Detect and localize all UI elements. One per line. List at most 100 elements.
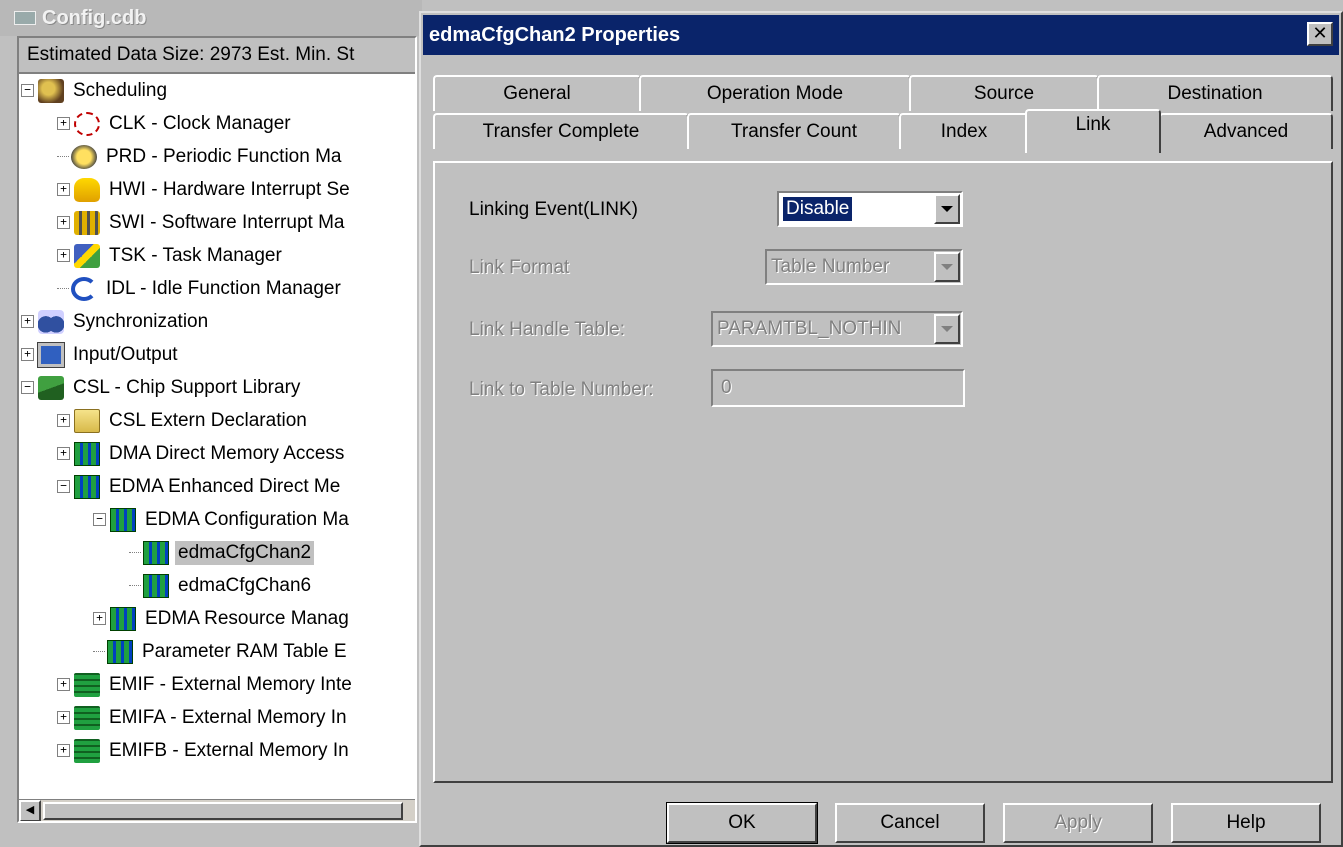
tree-connector: [129, 552, 141, 553]
tree-item-label: IDL - Idle Function Manager: [106, 277, 341, 299]
help-button-label: Help: [1226, 812, 1266, 833]
tree-item[interactable]: + DMA Direct Memory Access: [57, 437, 347, 470]
tree-item[interactable]: edmaCfgChan2: [129, 536, 315, 569]
scrollbar-thumb[interactable]: [43, 802, 403, 820]
dropdown-arrow-icon[interactable]: [934, 194, 960, 224]
expand-icon[interactable]: +: [57, 711, 70, 724]
link-handle-table-value: PARAMTBL_NOTHIN: [717, 318, 902, 339]
collapse-icon[interactable]: −: [93, 513, 106, 526]
tree-item-label: DMA Direct Memory Access: [109, 442, 345, 464]
close-icon: ✕: [1312, 23, 1328, 43]
cancel-button[interactable]: Cancel: [835, 803, 985, 843]
tree-item[interactable]: + CSL Extern Declaration: [57, 404, 310, 437]
tree-item-label: EDMA Configuration Ma: [145, 508, 349, 530]
edma-icon: [107, 639, 133, 664]
expand-icon[interactable]: +: [57, 183, 70, 196]
tab-advanced[interactable]: Advanced: [1159, 113, 1333, 149]
tree-item[interactable]: + TSK - Task Manager: [57, 239, 285, 272]
collapse-icon[interactable]: −: [21, 84, 34, 97]
tree-item-label: Scheduling: [73, 79, 168, 101]
tab-link[interactable]: Link: [1025, 109, 1161, 153]
tree-item[interactable]: edmaCfgChan6: [129, 569, 314, 602]
tree-item-label: EDMA Resource Manag: [145, 607, 349, 629]
apply-button-label: Apply: [1054, 812, 1102, 833]
ok-button[interactable]: OK: [666, 802, 818, 844]
tree-item[interactable]: + EMIF - External Memory Inte: [57, 668, 355, 701]
tree-item[interactable]: + EMIFA - External Memory In: [57, 701, 350, 734]
folder-icon: [74, 408, 100, 433]
link-tab-panel: Linking Event(LINK) Disable Link Format …: [433, 161, 1333, 783]
link-to-table-number-value: 0: [721, 377, 732, 398]
tree-item[interactable]: PRD - Periodic Function Ma: [57, 140, 344, 173]
tab-label: Index: [940, 121, 988, 142]
tree-item[interactable]: + Input/Output: [21, 338, 181, 371]
module-tree[interactable]: − Scheduling + CLK - Clock Manager PRD - Per…: [19, 74, 415, 821]
tree-item-label: Input/Output: [73, 343, 178, 365]
expand-icon[interactable]: +: [57, 117, 70, 130]
tree-item[interactable]: − EDMA Enhanced Direct Me: [57, 470, 343, 503]
link-format-combo[interactable]: Table Number: [765, 249, 963, 285]
tree-item[interactable]: − EDMA Configuration Ma: [93, 503, 352, 536]
linking-event-combo[interactable]: Disable: [777, 191, 963, 227]
tree-item[interactable]: + HWI - Hardware Interrupt Se: [57, 173, 353, 206]
horizontal-scrollbar[interactable]: ◀: [19, 799, 415, 821]
tree-item[interactable]: + EMIFB - External Memory In: [57, 734, 352, 767]
estimated-data-size-header[interactable]: Estimated Data Size: 2973 Est. Min. St: [19, 38, 415, 74]
expand-icon[interactable]: +: [57, 414, 70, 427]
config-window-titlebar[interactable]: Config.cdb: [0, 0, 422, 36]
scheduling-icon: [38, 78, 64, 103]
link-handle-table-combo[interactable]: PARAMTBL_NOTHIN: [711, 311, 963, 347]
tree-item[interactable]: + CLK - Clock Manager: [57, 107, 294, 140]
tab-index[interactable]: Index: [899, 113, 1029, 149]
tree-item-label: edmaCfgChan6: [178, 574, 312, 596]
tab-transfer-count[interactable]: Transfer Count: [687, 113, 901, 149]
tab-general[interactable]: General: [433, 75, 641, 111]
expand-icon[interactable]: +: [21, 348, 34, 361]
tab-label: Advanced: [1203, 121, 1289, 142]
config-app-icon: [14, 11, 36, 25]
hand-icon: [74, 177, 100, 202]
tree-item-label: EMIF - External Memory Inte: [109, 673, 352, 695]
tree-item-label: CLK - Clock Manager: [109, 112, 291, 134]
tree-item[interactable]: IDL - Idle Function Manager: [57, 272, 344, 305]
tab-operation-mode[interactable]: Operation Mode: [639, 75, 911, 111]
help-button[interactable]: Help: [1171, 803, 1321, 843]
tree-item-label: CSL - Chip Support Library: [73, 376, 301, 398]
dialog-titlebar[interactable]: edmaCfgChan2 Properties ✕: [423, 15, 1339, 55]
tab-source[interactable]: Source: [909, 75, 1099, 111]
apply-button[interactable]: Apply: [1003, 803, 1153, 843]
expand-icon[interactable]: +: [57, 216, 70, 229]
collapse-icon[interactable]: −: [21, 381, 34, 394]
tree-item[interactable]: Parameter RAM Table E: [93, 635, 350, 668]
chip-icon: [74, 738, 100, 763]
tree-item[interactable]: + EDMA Resource Manag: [93, 602, 352, 635]
scroll-left-arrow-icon[interactable]: ◀: [19, 800, 41, 821]
tab-transfer-complete[interactable]: Transfer Complete: [433, 113, 689, 149]
tree-item[interactable]: + Synchronization: [21, 305, 211, 338]
dropdown-arrow-icon[interactable]: [934, 252, 960, 282]
edma-icon: [110, 606, 136, 631]
expand-icon[interactable]: +: [21, 315, 34, 328]
link-handle-table-label: Link Handle Table:: [469, 319, 625, 340]
ok-button-label: OK: [728, 812, 756, 833]
tab-destination[interactable]: Destination: [1097, 75, 1333, 111]
tree-item[interactable]: + SWI - Software Interrupt Ma: [57, 206, 347, 239]
sync-icon: [38, 309, 64, 334]
tree-item-label: edmaCfgChan2: [175, 540, 315, 565]
link-to-table-number-label: Link to Table Number:: [469, 379, 654, 400]
collapse-icon[interactable]: −: [57, 480, 70, 493]
link-to-table-number-field[interactable]: 0: [711, 369, 965, 407]
idle-icon: [71, 276, 97, 301]
tree-item[interactable]: − Scheduling: [21, 74, 170, 107]
tree-item[interactable]: − CSL - Chip Support Library: [21, 371, 303, 404]
expand-icon[interactable]: +: [57, 447, 70, 460]
dropdown-arrow-icon[interactable]: [934, 314, 960, 344]
expand-icon[interactable]: +: [57, 249, 70, 262]
tree-item-label: EMIFB - External Memory In: [109, 739, 349, 761]
expand-icon[interactable]: +: [93, 612, 106, 625]
tree-item-label: CSL Extern Declaration: [109, 409, 307, 431]
close-button[interactable]: ✕: [1307, 22, 1333, 46]
link-format-value: Table Number: [771, 256, 890, 277]
expand-icon[interactable]: +: [57, 744, 70, 757]
expand-icon[interactable]: +: [57, 678, 70, 691]
